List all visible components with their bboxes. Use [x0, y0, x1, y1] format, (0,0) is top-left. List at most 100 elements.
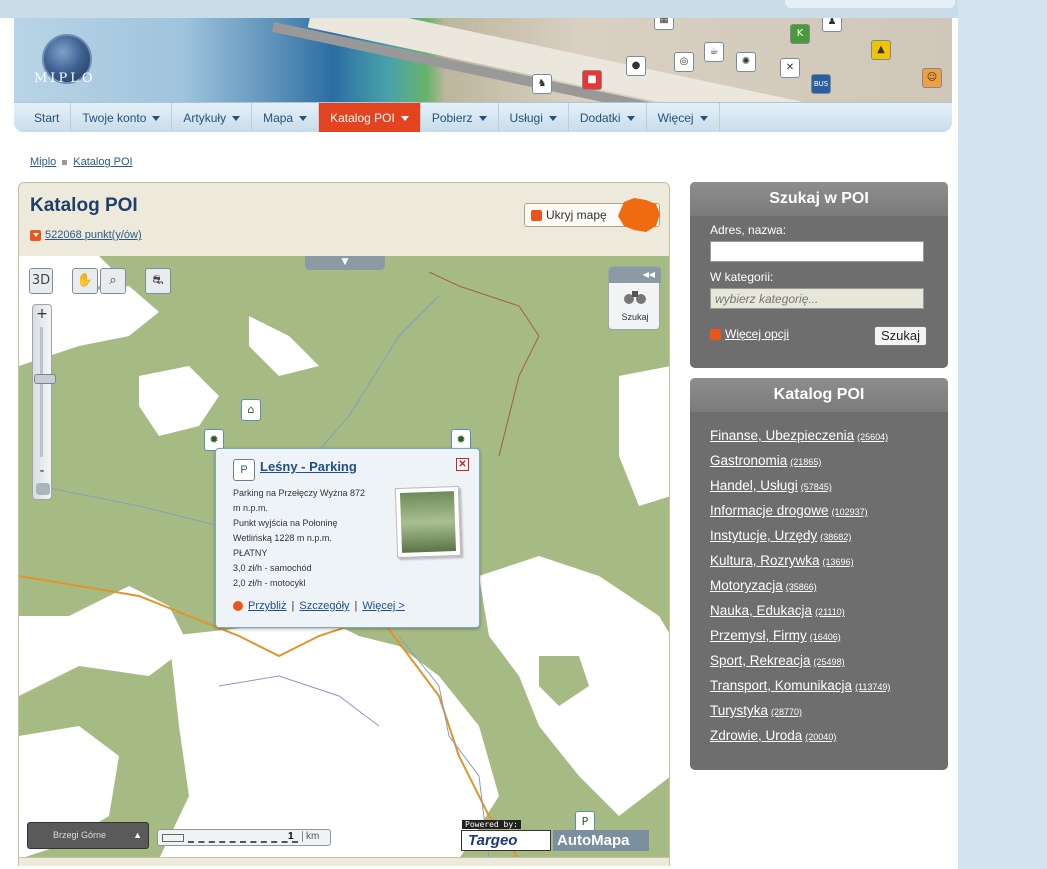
zoom-track [40, 327, 43, 457]
map-expand-tab[interactable]: ▼ [305, 256, 385, 270]
pan-hand-icon[interactable]: ✋ [72, 268, 98, 294]
popup-details-link[interactable]: Szczegóły [299, 600, 349, 612]
category-link[interactable]: Nauka, Edukacja (21110) [710, 603, 890, 628]
zoom-magnifier-icon[interactable]: ⌕ [100, 268, 126, 294]
chevron-down-icon [548, 115, 557, 121]
category-count: (21110) [815, 607, 845, 617]
category-link[interactable]: Sport, Rekreacja (25498) [710, 653, 890, 678]
category-link[interactable]: Kultura, Rozrywka (13696) [710, 553, 890, 578]
poi-popup: P Leśny - Parking ✕ Parking na Przełęczy… [215, 448, 480, 628]
popup-title[interactable]: Leśny - Parking [260, 459, 357, 474]
category-link[interactable]: Gastronomia (21865) [710, 453, 890, 478]
map-search-tab[interactable]: ◀◀ Szukaj [608, 266, 661, 330]
top-bar [785, 0, 955, 8]
logo-text[interactable]: MIPLO [34, 71, 95, 86]
globe-icon[interactable] [36, 483, 50, 495]
nav-item[interactable]: Artykuły [172, 103, 253, 132]
category-link[interactable]: Instytucje, Urzędy (38682) [710, 528, 890, 553]
more-options-link[interactable]: Więcej opcji [725, 327, 789, 341]
category-label: W kategorii: [710, 270, 774, 284]
location-select[interactable]: Brzegi Górne ▲ [27, 822, 149, 849]
category-count: (57845) [800, 482, 832, 492]
category-count: (28770) [771, 707, 803, 717]
3d-view-icon[interactable]: 3D [29, 268, 53, 294]
category-name: Przemysł, Firmy [710, 628, 807, 643]
category-name: Finanse, Ubezpieczenia [710, 428, 855, 443]
breadcrumb-link-catalog[interactable]: Katalog POI [73, 156, 132, 168]
category-list: Finanse, Ubezpieczenia (25604) Gastronomia… [710, 428, 890, 753]
search-panel-title: Szukaj w POI [690, 182, 948, 216]
route-car-icon[interactable]: ⛐ [145, 268, 171, 294]
map-area[interactable]: ▼ 3D ✋ ⌕ ⛐ + - ◀◀ Szukaj ⌂ ✹ ✹ P P Leśny… [19, 256, 669, 857]
banner-sign-icon: ▦ [654, 18, 674, 30]
catalog-panel: Katalog POI Finanse, Ubezpieczenia (25604… [690, 378, 948, 770]
chevron-down-icon [478, 115, 487, 121]
category-link[interactable]: Motoryzacja (35866) [710, 578, 890, 603]
scale-unit: km [302, 831, 319, 842]
nav-item[interactable]: Twoje konto [71, 103, 173, 132]
popup-more-link[interactable]: Więcej > [362, 600, 405, 612]
category-link[interactable]: Transport, Komunikacja (113749) [710, 678, 890, 703]
category-count: (13696) [822, 557, 854, 567]
ruler-icon [162, 834, 184, 842]
category-count: (20040) [805, 732, 837, 742]
popup-photo[interactable] [394, 485, 462, 559]
close-icon[interactable]: ✕ [456, 458, 469, 471]
header-banner: ▦ ● ◎ ☕ ✺ ✕ K BUS ♟ ▲ ☺ ♞ ■ MIPLO [14, 18, 952, 132]
banner-sun-icon: ✺ [736, 52, 756, 72]
search-button[interactable]: Szukaj [874, 326, 927, 346]
nav-item[interactable]: Więcej [647, 103, 720, 132]
chevron-down-icon [699, 115, 708, 121]
nav-item-label: Start [34, 111, 60, 125]
nav-item[interactable]: Dodatki [569, 103, 647, 132]
binoculars-icon [624, 291, 646, 304]
nav-item[interactable]: Start [14, 103, 72, 132]
category-link[interactable]: Turystyka (28770) [710, 703, 890, 728]
powered-by-logo[interactable]: Powered by: Targeo AutoMapa [461, 820, 653, 853]
nav-item-label: Artykuły [183, 111, 227, 125]
zoom-out-button[interactable]: - [33, 462, 51, 480]
automapa-logo: AutoMapa [553, 830, 649, 851]
popup-desc-line: 3,0 zł/h - samochód [233, 563, 312, 573]
category-name: Transport, Komunikacja [710, 678, 853, 693]
zoom-handle[interactable] [34, 374, 56, 384]
category-input[interactable] [710, 288, 924, 309]
nav-item[interactable]: Mapa [252, 103, 320, 132]
popup-desc-line: Wetlińską 1228 m n.p.m. [233, 533, 332, 543]
category-link[interactable]: Finanse, Ubezpieczenia (25604) [710, 428, 890, 453]
popup-desc-line: PŁATNY [233, 548, 268, 558]
nav-item-label: Więcej [657, 111, 694, 125]
category-link[interactable]: Handel, Usługi (57845) [710, 478, 890, 503]
zoom-slider[interactable]: + - [32, 304, 56, 500]
poland-map-icon [618, 198, 660, 232]
address-input[interactable] [710, 241, 924, 262]
chevron-down-icon [152, 115, 161, 121]
nav-item-label: Usługi [509, 111, 543, 125]
collapse-left-icon[interactable]: ◀◀ [609, 267, 661, 283]
poi-count-link[interactable]: 522068 punkt(y/ów) [45, 229, 142, 241]
category-name: Turystyka [710, 703, 769, 718]
right-background [958, 0, 1047, 869]
nav-item[interactable]: Usługi [499, 103, 569, 132]
nav-item[interactable]: Katalog POI [319, 103, 421, 132]
hide-map-label: Ukryj mapę [546, 208, 607, 222]
zoom-in-button[interactable]: + [33, 305, 51, 323]
scale-bar[interactable]: 1 km [157, 829, 331, 846]
poi-catalog-panel: Katalog POI 522068 punkt(y/ów) Ukryj map… [18, 182, 670, 858]
category-count: (25604) [857, 432, 889, 442]
breadcrumb-link-home[interactable]: Miplo [30, 156, 56, 168]
poi-pin-house-icon[interactable]: ⌂ [241, 399, 261, 421]
popup-zoom-link[interactable]: Przybliż [248, 600, 287, 612]
banner-runner-icon: ♞ [532, 74, 552, 94]
category-link[interactable]: Przemysł, Firmy (16406) [710, 628, 890, 653]
category-link[interactable]: Informacje drogowe (102937) [710, 503, 890, 528]
nav-item-label: Mapa [263, 111, 294, 125]
more-options: Więcej opcji [710, 327, 789, 341]
nav-item[interactable]: Pobierz [421, 103, 499, 132]
category-name: Nauka, Edukacja [710, 603, 813, 618]
category-link[interactable]: Zdrowie, Uroda (20040) [710, 728, 890, 753]
main-nav: Start Twoje konto Artykuły Mapa Katalog POI P… [14, 102, 952, 132]
category-name: Instytucje, Urzędy [710, 528, 818, 543]
checkbox-icon[interactable] [710, 328, 721, 340]
banner-cafe-icon: ☕ [704, 42, 724, 62]
